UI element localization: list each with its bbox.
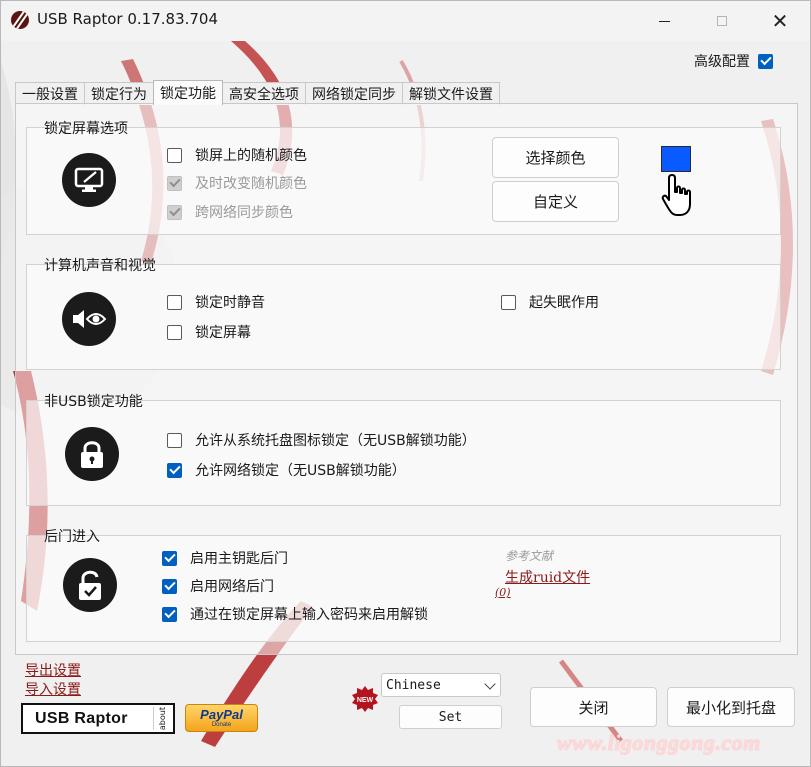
paypal-donate-button[interactable]: PayPal Donate xyxy=(185,704,258,732)
ruid-count: (0) xyxy=(495,586,511,599)
usb-raptor-logo-button[interactable]: USB Raptor about xyxy=(21,703,175,734)
close-window-button[interactable]: ✕ xyxy=(757,1,803,41)
network-lock-option[interactable]: 允许网络锁定（无USB解锁功能） xyxy=(167,460,406,480)
backdoor-group-title: 后门进入 xyxy=(44,529,100,545)
change-random-color-label: 及时改变随机颜色 xyxy=(195,176,307,192)
choose-color-button[interactable]: 选择颜色 xyxy=(492,137,619,178)
language-select[interactable]: Chinese xyxy=(381,673,501,697)
network-backdoor-option[interactable]: 启用网络后门 xyxy=(162,576,274,596)
reference-doc-link[interactable]: 参考文献 xyxy=(505,547,553,564)
lockscreen-group-title: 锁定屏幕选项 xyxy=(44,121,128,137)
insomnia-checkbox[interactable] xyxy=(501,294,516,310)
color-swatch[interactable] xyxy=(661,146,691,172)
sound-group: 计算机声音和视觉 xyxy=(26,258,781,370)
usb-raptor-logo-text: USB Raptor xyxy=(35,709,128,727)
insomnia-option[interactable]: 起失眠作用 xyxy=(501,292,599,312)
minimize-icon xyxy=(658,20,670,22)
nonusb-group: 非USB锁定功能 xyxy=(26,394,781,506)
random-color-checkbox[interactable] xyxy=(167,147,182,163)
minimize-button[interactable] xyxy=(641,1,687,41)
tab-unlock-file[interactable]: 解锁文件设置 xyxy=(402,82,500,105)
app-window: USB Raptor 0.17.83.704 ✕ 高级配置 一般设置 锁定行为 … xyxy=(0,0,811,767)
master-key-option[interactable]: 启用主钥匙后门 xyxy=(162,548,288,568)
about-tab[interactable]: about xyxy=(153,707,171,730)
set-language-button[interactable]: Set xyxy=(399,705,502,729)
new-badge-text: NEW xyxy=(357,697,374,704)
padlock-open-check-icon xyxy=(63,558,117,612)
new-badge-icon: NEW xyxy=(352,686,378,712)
password-unlock-checkbox[interactable] xyxy=(162,606,177,622)
password-unlock-option[interactable]: 通过在锁定屏幕上输入密码来启用解锁 xyxy=(162,604,428,624)
network-lock-label: 允许网络锁定（无USB解锁功能） xyxy=(195,463,406,479)
change-random-color-checkbox xyxy=(167,175,182,191)
password-unlock-label: 通过在锁定屏幕上输入密码来启用解锁 xyxy=(190,607,428,623)
tray-lock-option[interactable]: 允许从系统托盘图标锁定（无USB解锁功能） xyxy=(167,430,476,450)
watermark-text: www.ligonggong.com xyxy=(557,730,761,755)
tab-general[interactable]: 一般设置 xyxy=(15,82,85,105)
import-settings-link[interactable]: 导入设置 xyxy=(25,679,81,699)
random-color-label: 锁屏上的随机颜色 xyxy=(195,148,307,164)
close-button[interactable]: 关闭 xyxy=(530,687,657,727)
maximize-button[interactable] xyxy=(699,1,745,41)
network-lock-checkbox[interactable] xyxy=(167,462,182,478)
sound-group-title: 计算机声音和视觉 xyxy=(44,258,156,274)
network-backdoor-checkbox[interactable] xyxy=(162,578,177,594)
random-color-option[interactable]: 锁屏上的随机颜色 xyxy=(167,145,307,165)
maximize-icon xyxy=(717,16,727,26)
app-logo-icon xyxy=(11,11,29,29)
padlock-closed-icon xyxy=(65,427,119,481)
backdoor-group: 后门进入 xyxy=(26,529,781,642)
mute-on-lock-label: 锁定时静音 xyxy=(195,295,265,311)
minimize-to-tray-button[interactable]: 最小化到托盘 xyxy=(667,687,795,727)
title-bar: USB Raptor 0.17.83.704 ✕ xyxy=(1,1,810,41)
insomnia-label: 起失眠作用 xyxy=(529,295,599,311)
sync-color-label: 跨网络同步颜色 xyxy=(195,205,293,221)
speaker-eye-icon xyxy=(62,292,116,346)
lock-screen-checkbox[interactable] xyxy=(167,324,182,340)
tab-lock-behavior[interactable]: 锁定行为 xyxy=(84,82,154,105)
tab-bar: 一般设置 锁定行为 锁定功能 高安全选项 网络锁定同步 解锁文件设置 xyxy=(15,80,500,105)
advanced-config-label: 高级配置 xyxy=(694,54,750,70)
advanced-config[interactable]: 高级配置 xyxy=(694,51,773,71)
custom-button[interactable]: 自定义 xyxy=(492,181,619,222)
tray-lock-label: 允许从系统托盘图标锁定（无USB解锁功能） xyxy=(195,433,476,449)
paypal-label: PayPal xyxy=(200,706,243,722)
network-backdoor-label: 启用网络后门 xyxy=(190,579,274,595)
generate-ruid-link[interactable]: 生成ruid文件 xyxy=(505,567,590,587)
export-settings-link[interactable]: 导出设置 xyxy=(25,660,81,680)
window-title: USB Raptor 0.17.83.704 xyxy=(37,10,219,28)
mute-on-lock-checkbox[interactable] xyxy=(167,294,182,310)
tray-lock-checkbox[interactable] xyxy=(167,432,182,448)
donate-label: Donate xyxy=(211,721,232,728)
master-key-label: 启用主钥匙后门 xyxy=(190,551,288,567)
close-icon: ✕ xyxy=(771,9,789,33)
sync-color-checkbox xyxy=(167,204,182,220)
tab-lock-features[interactable]: 锁定功能 xyxy=(153,80,223,105)
master-key-checkbox[interactable] xyxy=(162,550,177,566)
change-random-color-option: 及时改变随机颜色 xyxy=(167,173,307,193)
lock-screen-label: 锁定屏幕 xyxy=(195,325,251,341)
chevron-down-icon xyxy=(484,678,496,690)
tab-high-security[interactable]: 高安全选项 xyxy=(222,82,306,105)
nonusb-group-title: 非USB锁定功能 xyxy=(44,394,143,410)
advanced-config-checkbox[interactable] xyxy=(758,53,773,69)
mute-on-lock-option[interactable]: 锁定时静音 xyxy=(167,292,265,312)
lock-screen-option[interactable]: 锁定屏幕 xyxy=(167,322,251,342)
sync-color-option: 跨网络同步颜色 xyxy=(167,202,293,222)
about-label: about xyxy=(158,706,167,731)
tab-network-sync[interactable]: 网络锁定同步 xyxy=(305,82,403,105)
hand-pointer-icon xyxy=(661,174,691,216)
monitor-pen-icon xyxy=(62,153,116,207)
language-value: Chinese xyxy=(386,677,441,693)
